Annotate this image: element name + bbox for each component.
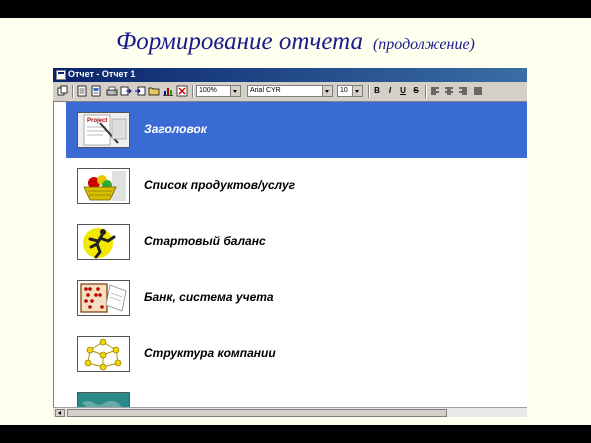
font-size-value: 10 <box>340 87 348 94</box>
window-title: Отчет - Отчет 1 <box>68 69 136 79</box>
svg-text:Project: Project <box>87 118 107 124</box>
italic-button[interactable]: I <box>385 85 395 97</box>
section-row-starting-balance[interactable]: Стартовый баланс <box>66 214 527 270</box>
strikethrough-button[interactable]: S <box>411 85 421 97</box>
section-label: Список продуктов/услуг <box>144 178 296 192</box>
chevron-down-icon[interactable] <box>322 86 332 96</box>
zoom-select[interactable]: 100% <box>196 85 241 97</box>
runner-icon <box>77 224 130 260</box>
justify-icon[interactable] <box>472 85 484 97</box>
open-folder-icon[interactable] <box>148 85 160 97</box>
section-label: Стартовый баланс <box>144 234 266 248</box>
fruit-basket-icon <box>77 168 130 204</box>
toolbar-separator <box>425 85 427 98</box>
slide-title: Формирование отчета (продолжение) <box>0 28 591 56</box>
underline-button[interactable]: U <box>398 85 408 97</box>
slide-title-subtitle: (продолжение) <box>372 36 475 53</box>
font-select[interactable]: Arial CYR <box>247 85 333 97</box>
align-center-icon[interactable] <box>443 85 455 97</box>
toolbar-separator <box>368 85 370 98</box>
align-left-icon[interactable] <box>429 85 441 97</box>
slide-title-main: Формирование отчета <box>116 28 363 55</box>
chart-icon[interactable] <box>162 85 174 97</box>
org-structure-icon <box>77 336 130 372</box>
zoom-value: 100% <box>199 87 217 94</box>
toolbar-separator <box>72 85 74 98</box>
section-row-company-structure[interactable]: Структура компании <box>66 326 527 382</box>
project-document-icon: Project <box>77 112 130 148</box>
export-icon[interactable] <box>120 85 132 97</box>
copy-icon[interactable] <box>57 85 69 97</box>
preview-icon[interactable] <box>90 85 102 97</box>
chevron-down-icon[interactable] <box>230 86 240 96</box>
section-label: Структура компании <box>144 346 276 360</box>
align-right-icon[interactable] <box>457 85 469 97</box>
section-row-products[interactable]: Список продуктов/услуг <box>66 158 527 214</box>
scroll-left-icon[interactable] <box>55 409 65 417</box>
scrollbar-thumb[interactable] <box>67 409 447 417</box>
bold-button[interactable]: B <box>372 85 382 97</box>
horizontal-scrollbar[interactable] <box>53 407 527 417</box>
window-icon <box>56 70 66 80</box>
font-value: Arial CYR <box>250 87 281 94</box>
section-row-bank[interactable]: Банк, система учета <box>66 270 527 326</box>
page-setup-icon[interactable] <box>76 85 88 97</box>
section-label: Заголовок <box>144 122 207 136</box>
section-label: Банк, система учета <box>144 290 274 304</box>
report-window: Отчет - Отчет 1 100% Arial CYR 10 B I U … <box>53 68 527 417</box>
import-icon[interactable] <box>134 85 146 97</box>
window-titlebar[interactable]: Отчет - Отчет 1 <box>53 68 527 82</box>
section-row-header[interactable]: Project Заголовок <box>66 102 527 158</box>
formatting-toolbar: 100% Arial CYR 10 B I U S <box>53 83 527 102</box>
font-size-select[interactable]: 10 <box>337 85 363 97</box>
chevron-down-icon[interactable] <box>352 86 362 96</box>
section-list: Project Заголовок Список продуктов/услуг… <box>53 102 527 417</box>
abacus-icon <box>77 280 130 316</box>
print-icon[interactable] <box>106 85 118 97</box>
toolbar-separator <box>192 85 194 98</box>
delete-icon[interactable] <box>176 85 188 97</box>
